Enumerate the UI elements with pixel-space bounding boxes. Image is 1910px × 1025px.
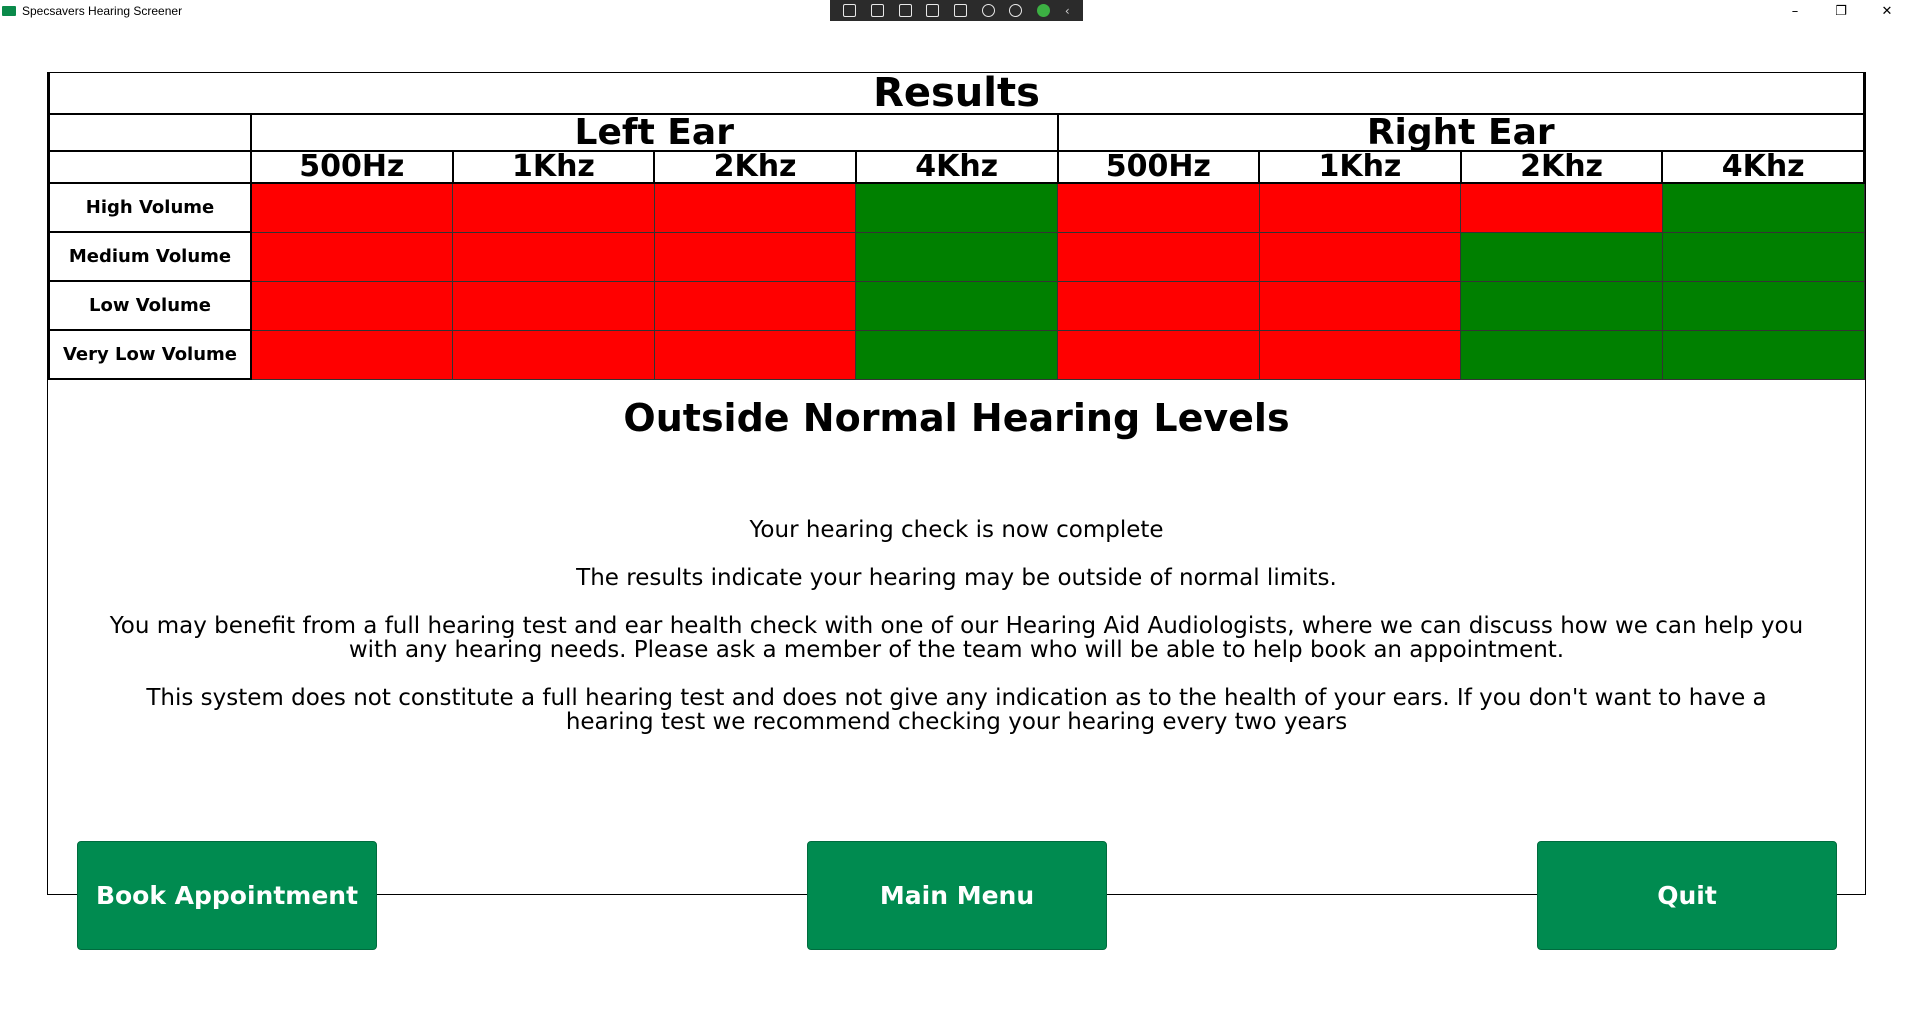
result-cell-fail: [1258, 231, 1462, 282]
result-cell-pass: [1460, 329, 1663, 380]
result-cell-fail: [1258, 182, 1462, 233]
remote-control-icon[interactable]: [954, 4, 968, 17]
accessibility-icon[interactable]: [1009, 4, 1023, 17]
frequency-header: 4Khz: [854, 150, 1059, 184]
connected-check-icon[interactable]: [1037, 4, 1051, 17]
frequency-header: 500Hz: [1056, 150, 1261, 184]
frequency-header: 1Khz: [451, 150, 656, 184]
close-button[interactable]: ✕: [1864, 0, 1910, 22]
result-cell-pass: [1661, 280, 1865, 331]
empty-corner-cell: [48, 113, 252, 152]
result-cell-pass: [1661, 231, 1865, 282]
result-cell-pass: [1460, 231, 1663, 282]
app-logo-icon: [2, 6, 16, 16]
volume-row-label: High Volume: [48, 182, 252, 233]
result-cell-fail: [1057, 182, 1260, 233]
result-cell-fail: [452, 329, 655, 380]
result-cell-fail: [452, 231, 655, 282]
camera-icon[interactable]: [871, 4, 885, 17]
window-title: Specsavers Hearing Screener: [22, 4, 183, 18]
results-title: Results: [48, 73, 1865, 115]
message-disclaimer: This system does not constitute a full h…: [146, 685, 1767, 735]
window-controls: – ❐ ✕: [1772, 0, 1910, 22]
left-ear-header: Left Ear: [250, 113, 1059, 152]
result-cell-pass: [855, 329, 1058, 380]
result-cell-fail: [250, 280, 454, 331]
result-cell-pass: [855, 231, 1058, 282]
quit-button[interactable]: Quit: [1537, 841, 1837, 950]
result-cell-pass: [855, 280, 1058, 331]
result-cell-fail: [250, 182, 454, 233]
result-cell-fail: [1460, 182, 1663, 233]
result-cell-fail: [1057, 280, 1260, 331]
result-cell-fail: [1258, 329, 1462, 380]
result-cell-fail: [1258, 280, 1462, 331]
outcome-message: Your hearing check is now complete The r…: [48, 518, 1865, 734]
result-cell-pass: [1661, 329, 1865, 380]
frequency-header: 2Khz: [653, 150, 857, 184]
table-row: Medium Volume: [48, 231, 1865, 282]
pointer-icon[interactable]: [898, 4, 912, 17]
book-appointment-button[interactable]: Book Appointment: [77, 841, 377, 950]
frequency-header: 500Hz: [250, 150, 454, 184]
main-menu-button[interactable]: Main Menu: [807, 841, 1107, 950]
result-cell-fail: [250, 329, 454, 380]
restore-button[interactable]: ❐: [1818, 0, 1864, 22]
screen-share-icon[interactable]: [843, 4, 857, 17]
volume-row-label: Medium Volume: [48, 231, 252, 282]
window-select-icon[interactable]: [926, 4, 940, 17]
result-cell-fail: [653, 280, 857, 331]
message-complete: Your hearing check is now complete: [749, 517, 1164, 543]
result-cell-pass: [1661, 182, 1865, 233]
chevron-left-icon[interactable]: ‹: [1065, 4, 1070, 18]
minimize-button[interactable]: –: [1772, 0, 1818, 22]
message-results: The results indicate your hearing may be…: [576, 565, 1337, 591]
result-cell-fail: [653, 231, 857, 282]
frequency-header: 1Khz: [1258, 150, 1462, 184]
message-recommendation: You may benefit from a full hearing test…: [109, 613, 1804, 663]
frequency-header: 2Khz: [1459, 150, 1664, 184]
result-cell-fail: [1057, 231, 1260, 282]
result-cell-pass: [1460, 280, 1663, 331]
remote-session-toolbar: ‹: [830, 0, 1083, 21]
results-table: Results Left Ear Right Ear 500Hz 1Khz 2Khz…: [48, 73, 1865, 380]
volume-row-label: Low Volume: [48, 280, 252, 331]
result-cell-fail: [653, 182, 857, 233]
volume-row-label: Very Low Volume: [48, 329, 252, 380]
table-row: Low Volume: [48, 280, 1865, 331]
result-cell-fail: [452, 182, 655, 233]
empty-corner-cell: [48, 150, 252, 184]
right-ear-header: Right Ear: [1056, 113, 1865, 152]
result-cell-fail: [452, 280, 655, 331]
record-icon[interactable]: [981, 4, 995, 17]
table-row: Very Low Volume: [48, 329, 1865, 380]
title-bar: Specsavers Hearing Screener ‹ – ❐ ✕: [0, 0, 1910, 22]
result-cell-fail: [1057, 329, 1260, 380]
table-row: High Volume: [48, 182, 1865, 233]
result-cell-pass: [855, 182, 1058, 233]
result-cell-fail: [653, 329, 857, 380]
result-cell-fail: [250, 231, 454, 282]
outcome-heading: Outside Normal Hearing Levels: [623, 396, 1290, 440]
frequency-header: 4Khz: [1661, 150, 1865, 184]
results-panel: Results Left Ear Right Ear 500Hz 1Khz 2Khz…: [47, 72, 1866, 895]
